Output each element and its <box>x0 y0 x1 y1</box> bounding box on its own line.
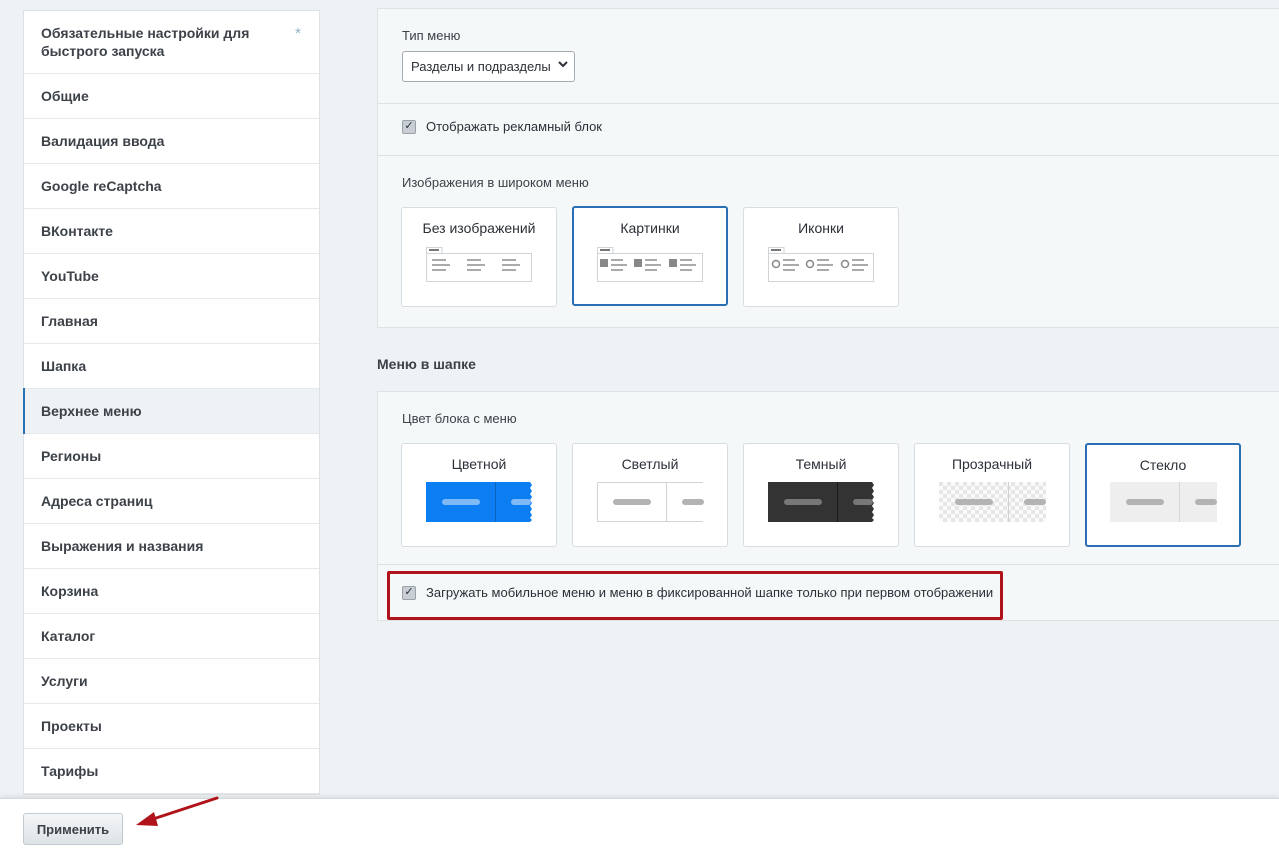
sidebar-item-recaptcha[interactable]: Google reCaptcha <box>24 164 319 209</box>
sidebar-item-label: Общие <box>41 88 89 104</box>
sidebar-item-label: Валидация ввода <box>41 133 165 149</box>
sidebar-item-label: Адреса страниц <box>41 493 153 509</box>
ad-block-checkbox-row[interactable]: ✓ Отображать рекламный блок <box>402 119 602 134</box>
sidebar-item-vkontakte[interactable]: ВКонтакте <box>24 209 319 254</box>
no-images-preview-icon <box>426 247 532 282</box>
sidebar-item-label: Обязательные настройки для быстрого запу… <box>41 25 250 59</box>
menu-type-select[interactable]: Разделы и подразделы <box>402 51 575 82</box>
option-title: Цветной <box>451 456 507 472</box>
menu-type-label: Тип меню <box>402 28 461 43</box>
sidebar-item-label: Корзина <box>41 583 99 599</box>
sidebar-item-cart[interactable]: Корзина <box>24 569 319 614</box>
sidebar-item-top-menu[interactable]: Верхнее меню <box>23 388 319 434</box>
wide-menu-images-label: Изображения в широком меню <box>402 175 589 190</box>
sidebar-item-phrases[interactable]: Выражения и названия <box>24 524 319 569</box>
sidebar-item-label: Верхнее меню <box>41 403 142 419</box>
chevron-down-icon <box>558 59 568 72</box>
sidebar-item-services[interactable]: Услуги <box>24 659 319 704</box>
option-title: Без изображений <box>422 220 536 236</box>
color-option-transparent[interactable]: Прозрачный <box>914 443 1070 547</box>
color-option-light[interactable]: Светлый <box>572 443 728 547</box>
sidebar-item-youtube[interactable]: YouTube <box>24 254 319 299</box>
sidebar-item-regions[interactable]: Регионы <box>24 434 319 479</box>
sidebar-item-general[interactable]: Общие <box>24 74 319 119</box>
required-star-icon: * <box>295 25 301 42</box>
color-option-glass[interactable]: Стекло <box>1085 443 1241 547</box>
sidebar-item-label: Выражения и названия <box>41 538 204 554</box>
sidebar-item-label: Шапка <box>41 358 87 374</box>
apply-button[interactable]: Применить <box>23 813 123 845</box>
sidebar-item-input-validation[interactable]: Валидация ввода <box>24 119 319 164</box>
sidebar-item-label: Регионы <box>41 448 102 464</box>
sidebar-item-page-urls[interactable]: Адреса страниц <box>24 479 319 524</box>
option-pictures[interactable]: Картинки <box>572 206 728 306</box>
ad-block-section: ✓ Отображать рекламный блок <box>378 104 1279 156</box>
menu-type-value: Разделы и подразделы <box>411 59 551 74</box>
option-title: Картинки <box>620 220 680 236</box>
sidebar-item-label: ВКонтакте <box>41 223 113 239</box>
option-icons[interactable]: Иконки <box>743 207 899 307</box>
colored-preview-icon <box>426 482 532 522</box>
option-title: Стекло <box>1139 457 1187 473</box>
color-option-colored[interactable]: Цветной <box>401 443 557 547</box>
icons-preview-icon <box>768 247 874 282</box>
light-preview-icon <box>597 482 704 522</box>
menu-type-section: Тип меню Разделы и подразделы <box>378 9 1279 104</box>
menu-color-label: Цвет блока с меню <box>402 411 517 426</box>
sidebar-item-label: Google reCaptcha <box>41 178 162 194</box>
sidebar-item-label: YouTube <box>41 268 99 284</box>
option-title: Иконки <box>798 220 844 236</box>
option-title: Светлый <box>621 456 679 472</box>
sidebar-item-label: Тарифы <box>41 763 99 779</box>
ad-block-checkbox[interactable]: ✓ <box>402 119 416 134</box>
ad-block-label: Отображать рекламный блок <box>426 119 602 134</box>
sidebar-item-label: Услуги <box>41 673 88 689</box>
sidebar-item-tariffs[interactable]: Тарифы <box>24 749 319 794</box>
sidebar-item-header[interactable]: Шапка <box>24 344 319 389</box>
arrow-annotation-icon <box>136 796 219 826</box>
highlight-frame <box>387 571 1003 620</box>
settings-sidebar: Обязательные настройки для быстрого запу… <box>23 10 320 795</box>
transparent-preview-icon <box>939 482 1046 522</box>
sidebar-item-label: Главная <box>41 313 98 329</box>
sidebar-item-main[interactable]: Главная <box>24 299 319 344</box>
menu-color-section: Цвет блока с меню Цветной Светлый Темный… <box>378 392 1279 565</box>
sidebar-item-catalog[interactable]: Каталог <box>24 614 319 659</box>
top-menu-settings-panel: Тип меню Разделы и подразделы ✓ Отобража… <box>377 8 1279 328</box>
wide-menu-images-section: Изображения в широком меню Без изображен… <box>378 156 1279 327</box>
sidebar-item-label: Каталог <box>41 628 96 644</box>
pictures-preview-icon <box>597 247 703 282</box>
glass-preview-icon <box>1110 482 1217 522</box>
sidebar-item-projects[interactable]: Проекты <box>24 704 319 749</box>
sidebar-item-quick-start[interactable]: Обязательные настройки для быстрого запу… <box>24 11 319 74</box>
header-menu-heading: Меню в шапке <box>377 356 476 372</box>
sidebar-item-label: Проекты <box>41 718 102 734</box>
color-option-dark[interactable]: Темный <box>743 443 899 547</box>
option-title: Темный <box>795 456 847 472</box>
dark-preview-icon <box>768 482 874 522</box>
option-title: Прозрачный <box>951 456 1033 472</box>
option-no-images[interactable]: Без изображений <box>401 207 557 307</box>
